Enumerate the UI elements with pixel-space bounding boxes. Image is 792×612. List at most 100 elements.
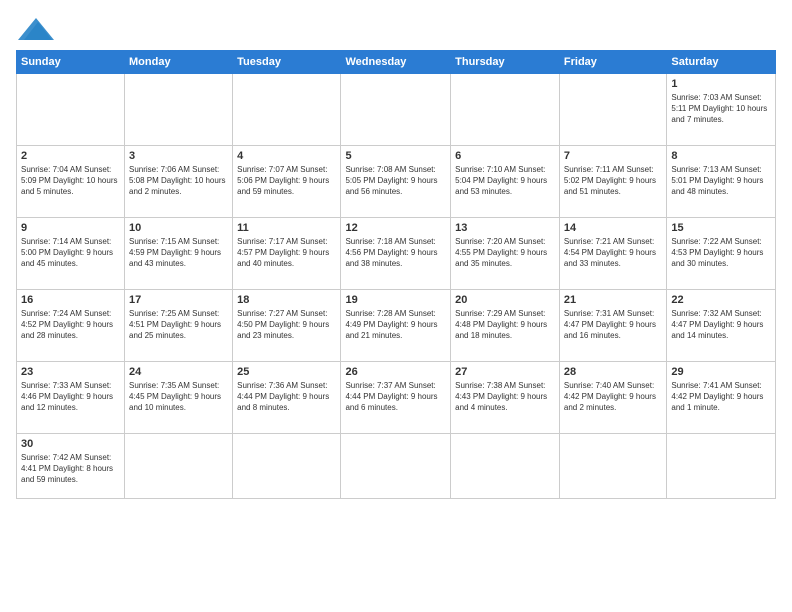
calendar-cell: 22Sunrise: 7:32 AM Sunset: 4:47 PM Dayli… (667, 290, 776, 362)
calendar-cell: 19Sunrise: 7:28 AM Sunset: 4:49 PM Dayli… (341, 290, 451, 362)
calendar-cell (667, 434, 776, 499)
calendar-header-tuesday: Tuesday (233, 51, 341, 74)
cell-info: Sunrise: 7:40 AM Sunset: 4:42 PM Dayligh… (564, 381, 662, 413)
cell-info: Sunrise: 7:13 AM Sunset: 5:01 PM Dayligh… (671, 165, 771, 197)
calendar-cell: 16Sunrise: 7:24 AM Sunset: 4:52 PM Dayli… (17, 290, 125, 362)
calendar-cell (559, 74, 666, 146)
calendar-cell: 13Sunrise: 7:20 AM Sunset: 4:55 PM Dayli… (451, 218, 560, 290)
day-number: 29 (671, 365, 771, 380)
calendar-header-thursday: Thursday (451, 51, 560, 74)
day-number: 6 (455, 149, 555, 164)
day-number: 21 (564, 293, 662, 308)
cell-info: Sunrise: 7:11 AM Sunset: 5:02 PM Dayligh… (564, 165, 662, 197)
week-row-5: 23Sunrise: 7:33 AM Sunset: 4:46 PM Dayli… (17, 362, 776, 434)
calendar-cell (125, 434, 233, 499)
day-number: 28 (564, 365, 662, 380)
calendar-cell: 23Sunrise: 7:33 AM Sunset: 4:46 PM Dayli… (17, 362, 125, 434)
cell-info: Sunrise: 7:42 AM Sunset: 4:41 PM Dayligh… (21, 453, 120, 485)
cell-info: Sunrise: 7:28 AM Sunset: 4:49 PM Dayligh… (345, 309, 446, 341)
cell-info: Sunrise: 7:03 AM Sunset: 5:11 PM Dayligh… (671, 93, 771, 125)
calendar-cell (341, 74, 451, 146)
day-number: 19 (345, 293, 446, 308)
day-number: 7 (564, 149, 662, 164)
day-number: 10 (129, 221, 228, 236)
day-number: 11 (237, 221, 336, 236)
cell-info: Sunrise: 7:38 AM Sunset: 4:43 PM Dayligh… (455, 381, 555, 413)
cell-info: Sunrise: 7:06 AM Sunset: 5:08 PM Dayligh… (129, 165, 228, 197)
cell-info: Sunrise: 7:33 AM Sunset: 4:46 PM Dayligh… (21, 381, 120, 413)
cell-info: Sunrise: 7:18 AM Sunset: 4:56 PM Dayligh… (345, 237, 446, 269)
calendar-cell (451, 434, 560, 499)
calendar-cell: 1Sunrise: 7:03 AM Sunset: 5:11 PM Daylig… (667, 74, 776, 146)
cell-info: Sunrise: 7:10 AM Sunset: 5:04 PM Dayligh… (455, 165, 555, 197)
cell-info: Sunrise: 7:07 AM Sunset: 5:06 PM Dayligh… (237, 165, 336, 197)
calendar-cell: 29Sunrise: 7:41 AM Sunset: 4:42 PM Dayli… (667, 362, 776, 434)
cell-info: Sunrise: 7:21 AM Sunset: 4:54 PM Dayligh… (564, 237, 662, 269)
calendar-cell (233, 434, 341, 499)
calendar-cell: 25Sunrise: 7:36 AM Sunset: 4:44 PM Dayli… (233, 362, 341, 434)
week-row-6: 30Sunrise: 7:42 AM Sunset: 4:41 PM Dayli… (17, 434, 776, 499)
calendar-cell: 9Sunrise: 7:14 AM Sunset: 5:00 PM Daylig… (17, 218, 125, 290)
calendar-cell: 5Sunrise: 7:08 AM Sunset: 5:05 PM Daylig… (341, 146, 451, 218)
calendar-cell: 15Sunrise: 7:22 AM Sunset: 4:53 PM Dayli… (667, 218, 776, 290)
day-number: 23 (21, 365, 120, 380)
calendar-cell: 21Sunrise: 7:31 AM Sunset: 4:47 PM Dayli… (559, 290, 666, 362)
cell-info: Sunrise: 7:41 AM Sunset: 4:42 PM Dayligh… (671, 381, 771, 413)
day-number: 30 (21, 437, 120, 452)
calendar-cell (559, 434, 666, 499)
cell-info: Sunrise: 7:35 AM Sunset: 4:45 PM Dayligh… (129, 381, 228, 413)
day-number: 18 (237, 293, 336, 308)
cell-info: Sunrise: 7:15 AM Sunset: 4:59 PM Dayligh… (129, 237, 228, 269)
cell-info: Sunrise: 7:37 AM Sunset: 4:44 PM Dayligh… (345, 381, 446, 413)
day-number: 3 (129, 149, 228, 164)
day-number: 24 (129, 365, 228, 380)
calendar-cell: 8Sunrise: 7:13 AM Sunset: 5:01 PM Daylig… (667, 146, 776, 218)
calendar-header-saturday: Saturday (667, 51, 776, 74)
day-number: 25 (237, 365, 336, 380)
cell-info: Sunrise: 7:08 AM Sunset: 5:05 PM Dayligh… (345, 165, 446, 197)
calendar-cell (125, 74, 233, 146)
cell-info: Sunrise: 7:17 AM Sunset: 4:57 PM Dayligh… (237, 237, 336, 269)
calendar-cell: 30Sunrise: 7:42 AM Sunset: 4:41 PM Dayli… (17, 434, 125, 499)
calendar-header-wednesday: Wednesday (341, 51, 451, 74)
day-number: 17 (129, 293, 228, 308)
page: SundayMondayTuesdayWednesdayThursdayFrid… (0, 0, 792, 612)
cell-info: Sunrise: 7:20 AM Sunset: 4:55 PM Dayligh… (455, 237, 555, 269)
cell-info: Sunrise: 7:04 AM Sunset: 5:09 PM Dayligh… (21, 165, 120, 197)
calendar-cell: 17Sunrise: 7:25 AM Sunset: 4:51 PM Dayli… (125, 290, 233, 362)
header (16, 16, 776, 40)
day-number: 16 (21, 293, 120, 308)
calendar-cell: 18Sunrise: 7:27 AM Sunset: 4:50 PM Dayli… (233, 290, 341, 362)
day-number: 1 (671, 77, 771, 92)
logo-icon (18, 18, 54, 40)
cell-info: Sunrise: 7:32 AM Sunset: 4:47 PM Dayligh… (671, 309, 771, 341)
day-number: 5 (345, 149, 446, 164)
day-number: 27 (455, 365, 555, 380)
day-number: 15 (671, 221, 771, 236)
cell-info: Sunrise: 7:27 AM Sunset: 4:50 PM Dayligh… (237, 309, 336, 341)
calendar-cell (17, 74, 125, 146)
day-number: 13 (455, 221, 555, 236)
day-number: 4 (237, 149, 336, 164)
day-number: 14 (564, 221, 662, 236)
calendar-cell: 12Sunrise: 7:18 AM Sunset: 4:56 PM Dayli… (341, 218, 451, 290)
cell-info: Sunrise: 7:31 AM Sunset: 4:47 PM Dayligh… (564, 309, 662, 341)
cell-info: Sunrise: 7:22 AM Sunset: 4:53 PM Dayligh… (671, 237, 771, 269)
calendar-cell: 2Sunrise: 7:04 AM Sunset: 5:09 PM Daylig… (17, 146, 125, 218)
calendar-cell: 20Sunrise: 7:29 AM Sunset: 4:48 PM Dayli… (451, 290, 560, 362)
calendar-table: SundayMondayTuesdayWednesdayThursdayFrid… (16, 50, 776, 499)
calendar-cell: 10Sunrise: 7:15 AM Sunset: 4:59 PM Dayli… (125, 218, 233, 290)
day-number: 2 (21, 149, 120, 164)
calendar-header-friday: Friday (559, 51, 666, 74)
calendar-cell: 28Sunrise: 7:40 AM Sunset: 4:42 PM Dayli… (559, 362, 666, 434)
calendar-cell: 11Sunrise: 7:17 AM Sunset: 4:57 PM Dayli… (233, 218, 341, 290)
calendar-cell: 24Sunrise: 7:35 AM Sunset: 4:45 PM Dayli… (125, 362, 233, 434)
week-row-1: 1Sunrise: 7:03 AM Sunset: 5:11 PM Daylig… (17, 74, 776, 146)
calendar-cell: 14Sunrise: 7:21 AM Sunset: 4:54 PM Dayli… (559, 218, 666, 290)
calendar-header-monday: Monday (125, 51, 233, 74)
calendar-cell: 4Sunrise: 7:07 AM Sunset: 5:06 PM Daylig… (233, 146, 341, 218)
calendar-header-row: SundayMondayTuesdayWednesdayThursdayFrid… (17, 51, 776, 74)
calendar-cell (233, 74, 341, 146)
cell-info: Sunrise: 7:36 AM Sunset: 4:44 PM Dayligh… (237, 381, 336, 413)
day-number: 20 (455, 293, 555, 308)
